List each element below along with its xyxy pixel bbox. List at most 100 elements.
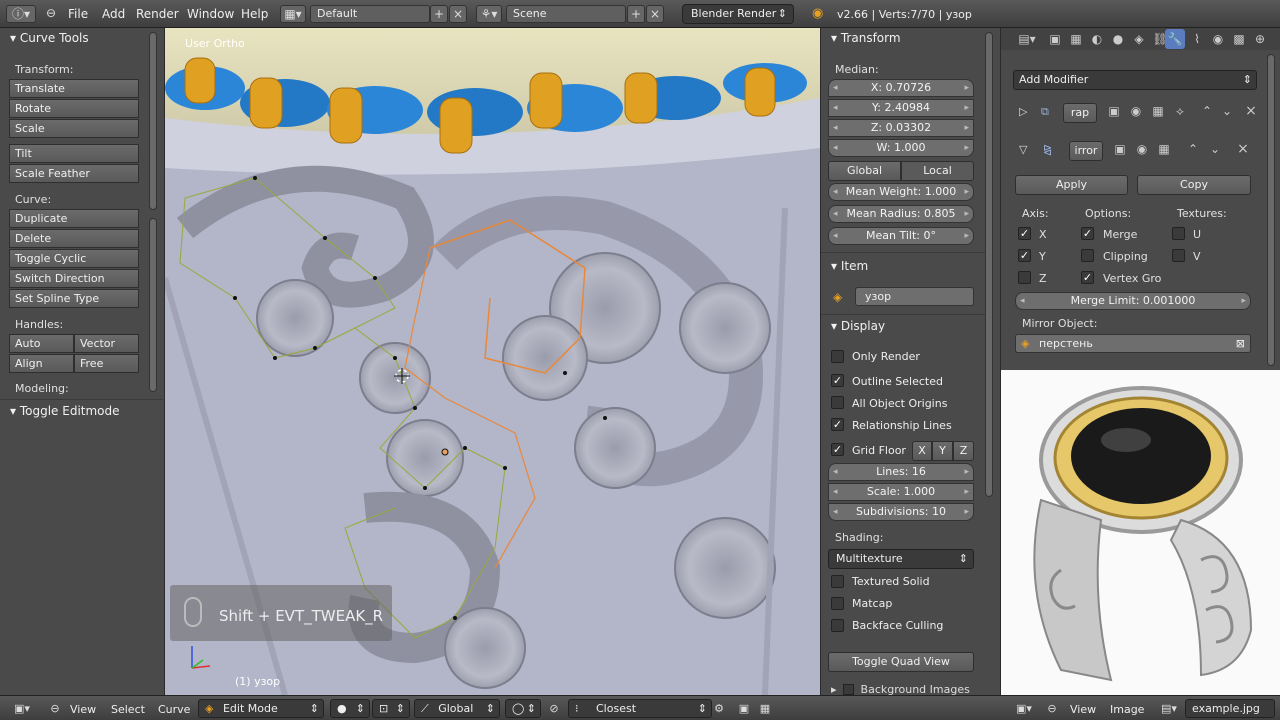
duplicate-button[interactable]: Duplicate [9,209,139,228]
remove-modifier-icon[interactable]: × [1235,141,1251,157]
viewport-shading-select[interactable]: ● ⇕ [330,699,370,718]
transform-panel-header[interactable]: ▾ Transform [831,31,901,45]
texture-tab-icon[interactable]: ▩ [1231,31,1247,47]
snap-toggle-icon[interactable]: ⊘ [545,700,563,717]
grid-axis-x-toggle[interactable]: X [912,441,932,461]
mean-weight-field[interactable]: Mean Weight: 1.000 [828,183,974,201]
modifiers-tab-icon[interactable]: 🔧 [1165,29,1185,49]
transform-orientation-select[interactable]: ⟋ Global ⇕ [414,699,500,718]
vertex-groups-checkbox[interactable]: ✓ [1081,271,1094,284]
menu-select[interactable]: Select [111,703,145,716]
median-x-field[interactable]: X: 0.70726 [828,79,974,97]
render-engine-select[interactable]: Blender Render ⇕ [682,4,794,24]
relationship-lines-checkbox[interactable]: ✓ [831,418,844,431]
grid-axis-z-toggle[interactable]: Z [953,441,974,461]
axis-x-checkbox[interactable]: ✓ [1018,227,1031,240]
scale-feather-button[interactable]: Scale Feather [9,164,139,183]
toolshelf-scrollbar-lower[interactable] [149,218,157,392]
render-layers-tab-icon[interactable]: ▦ [1068,31,1084,47]
mean-tilt-field[interactable]: Mean Tilt: 0° [828,227,974,245]
viewport-toggle-icon[interactable]: ◉ [1134,141,1150,157]
menu-help[interactable]: Help [241,7,268,21]
translate-button[interactable]: Translate [9,79,139,98]
scene-tab-icon[interactable]: ◐ [1089,31,1105,47]
expand-arrow-icon[interactable]: ▷ [1019,105,1027,118]
handle-vector-button[interactable]: Vector [74,334,139,353]
snap-target-select[interactable]: ⁝ Closest ⇕ [568,699,712,718]
grid-floor-checkbox[interactable]: ✓ [831,443,844,456]
modifier-name-field[interactable]: irror [1069,141,1103,161]
delete-button[interactable]: Delete [9,229,139,248]
render-icon[interactable]: ▣ [735,700,753,717]
add-screen-icon[interactable]: + [430,5,448,23]
modifier-name-field[interactable]: rap [1063,103,1097,123]
item-panel-header[interactable]: ▾ Item [831,259,868,273]
mode-select[interactable]: ◈ Edit Mode ⇕ [198,699,324,718]
handle-align-button[interactable]: Align [9,354,74,373]
3d-viewport[interactable]: User Ortho (1) узор Shift + EVT_TWEAK_R [165,28,820,695]
remove-modifier-icon[interactable]: × [1243,103,1259,119]
median-y-field[interactable]: Y: 2.40984 [828,99,974,117]
render-animation-icon[interactable]: ▦ [756,700,774,717]
tilt-button[interactable]: Tilt [9,144,139,163]
editor-type-icon[interactable]: ▤▾ [1015,31,1039,47]
clear-field-icon[interactable]: ⊠ [1236,335,1245,352]
axis-z-checkbox[interactable] [1018,271,1031,284]
backface-culling-checkbox[interactable] [831,619,844,632]
apply-modifier-button[interactable]: Apply [1015,175,1128,195]
menu-curve[interactable]: Curve [158,703,190,716]
texture-u-checkbox[interactable] [1172,227,1185,240]
physics-tab-icon[interactable]: ⊕ [1252,31,1268,47]
cage-toggle-icon[interactable]: ⟡ [1172,103,1188,119]
render-tab-icon[interactable]: ▣ [1047,31,1063,47]
world-tab-icon[interactable]: ● [1110,31,1126,47]
editmode-toggle-icon[interactable]: ▦ [1156,141,1172,157]
texture-v-checkbox[interactable] [1172,249,1185,262]
menu-add[interactable]: Add [102,7,125,21]
scene-icon[interactable]: ⚘▾ [476,5,502,23]
editmode-toggle-icon[interactable]: ▦ [1150,103,1166,119]
data-tab-icon[interactable]: ⌇ [1189,31,1205,47]
remove-scene-icon[interactable]: × [646,5,664,23]
toggle-quad-view-button[interactable]: Toggle Quad View [828,652,974,672]
pivot-point-select[interactable]: ⊡ ⇕ [372,699,410,718]
toggle-cyclic-button[interactable]: Toggle Cyclic [9,249,139,268]
switch-direction-button[interactable]: Switch Direction [9,269,139,288]
remove-screen-icon[interactable]: × [449,5,467,23]
display-panel-header[interactable]: ▾ Display [831,319,885,333]
viewport-toggle-icon[interactable]: ◉ [1128,103,1144,119]
grid-lines-field[interactable]: Lines: 16 [828,463,974,481]
snap-settings-icon[interactable]: ⚙ [710,700,728,717]
collapse-menu-icon[interactable]: ⊖ [1043,700,1061,717]
mean-radius-field[interactable]: Mean Radius: 0.805 [828,205,974,223]
image-menu-view[interactable]: View [1070,703,1096,716]
set-spline-type-button[interactable]: Set Spline Type [9,289,139,308]
scene-field[interactable]: Scene [506,5,626,23]
screen-layout-icon[interactable]: ▦▾ [280,5,306,23]
grid-subdivisions-field[interactable]: Subdivisions: 10 [828,503,974,521]
handle-free-button[interactable]: Free [74,354,139,373]
properties-region-scrollbar[interactable] [985,32,993,497]
move-up-icon[interactable]: ⌃ [1199,103,1215,119]
all-object-origins-checkbox[interactable] [831,396,844,409]
menu-window[interactable]: Window [187,7,234,21]
image-menu-image[interactable]: Image [1110,703,1144,716]
move-down-icon[interactable]: ⌄ [1219,103,1235,119]
menu-render[interactable]: Render [136,7,179,21]
grid-axis-y-toggle[interactable]: Y [932,441,953,461]
editor-type-image-icon[interactable]: ▣▾ [1010,700,1038,717]
matcap-checkbox[interactable] [831,597,844,610]
global-toggle[interactable]: Global [828,161,901,181]
collapse-arrow-icon[interactable]: ▽ [1019,143,1027,156]
merge-checkbox[interactable]: ✓ [1081,227,1094,240]
image-editor[interactable] [1000,370,1280,695]
image-name-field[interactable]: example.jpg [1185,699,1275,718]
clipping-checkbox[interactable] [1081,249,1094,262]
editor-type-3d-icon[interactable]: ▣▾ [8,700,36,717]
image-browse-icon[interactable]: ▤▾ [1157,700,1181,717]
render-toggle-icon[interactable]: ▣ [1112,141,1128,157]
background-images-checkbox[interactable] [843,684,855,695]
toolshelf-scrollbar[interactable] [149,32,157,210]
add-scene-icon[interactable]: + [627,5,645,23]
toggle-editmode-panel-header[interactable]: ▾ Toggle Editmode [10,404,120,418]
